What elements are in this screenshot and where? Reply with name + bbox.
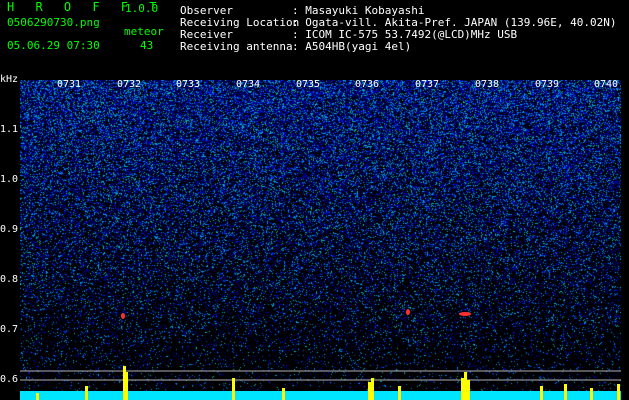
spectrogram-overlay bbox=[20, 309, 621, 400]
hroftt-window: H R O F F T 1.0.0 0506290730.png meteor … bbox=[0, 0, 629, 400]
meteor-spike bbox=[540, 386, 543, 400]
y-tick-0-9: 0.9 bbox=[0, 224, 19, 235]
meteor-spike bbox=[590, 388, 593, 400]
x-tick-0735: 0735 bbox=[296, 79, 321, 90]
y-tick-0-7: 0.7 bbox=[0, 324, 19, 335]
meteor-spike bbox=[464, 372, 467, 400]
baseline-band bbox=[20, 391, 621, 400]
y-tick-1-0: 1.0 bbox=[0, 174, 19, 185]
meteor-spike bbox=[282, 388, 285, 400]
meteor-spike bbox=[398, 386, 401, 400]
meteor-spike bbox=[564, 384, 567, 400]
x-tick-0734: 0734 bbox=[236, 79, 261, 90]
x-tick-0736: 0736 bbox=[355, 79, 380, 90]
meteor-echo bbox=[459, 312, 471, 316]
meteor-spike bbox=[617, 384, 620, 400]
y-axis-unit: kHz bbox=[0, 74, 19, 85]
x-tick-0738: 0738 bbox=[475, 79, 500, 90]
meteor-spike bbox=[85, 386, 88, 400]
meteor-spike bbox=[371, 378, 374, 400]
y-tick-0-6: 0.6 bbox=[0, 374, 19, 385]
meteor-spike bbox=[467, 380, 470, 400]
meteor-spike bbox=[461, 378, 464, 400]
x-tick-0732: 0732 bbox=[117, 79, 142, 90]
meteor-spike bbox=[125, 372, 128, 400]
meteor-echo bbox=[406, 309, 410, 315]
x-tick-0733: 0733 bbox=[176, 79, 201, 90]
meteor-spike bbox=[232, 378, 235, 400]
meteor-spike bbox=[36, 393, 39, 400]
x-tick-0739: 0739 bbox=[535, 79, 560, 90]
y-tick-0-8: 0.8 bbox=[0, 274, 19, 285]
x-tick-0731: 0731 bbox=[57, 79, 82, 90]
meteor-spike bbox=[368, 382, 371, 400]
x-tick-0740: 0740 bbox=[594, 79, 619, 90]
x-tick-0737: 0737 bbox=[415, 79, 440, 90]
y-tick-1-1: 1.1 bbox=[0, 124, 19, 135]
meteor-echo bbox=[121, 313, 125, 319]
